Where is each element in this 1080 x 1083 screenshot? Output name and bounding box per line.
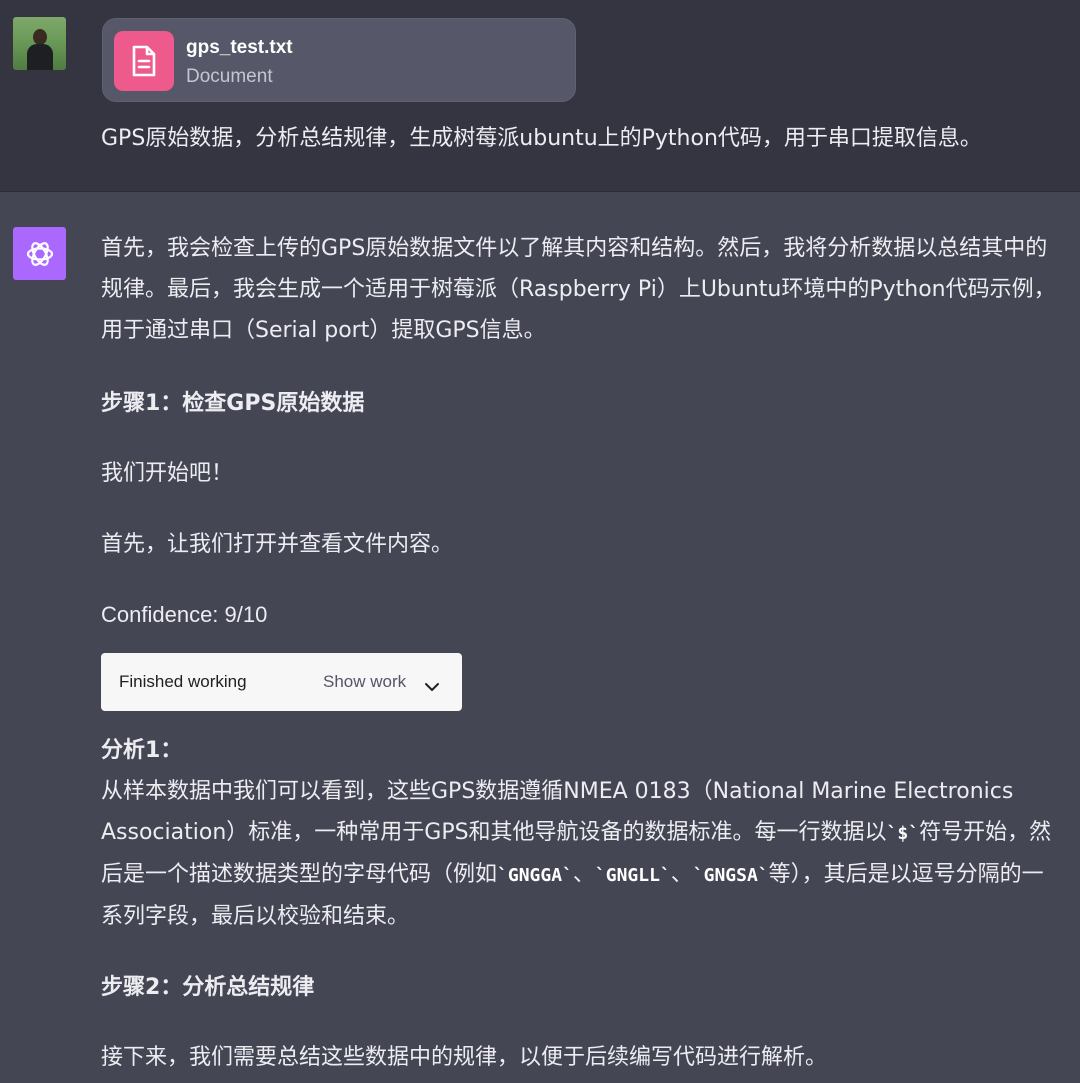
show-work-panel[interactable]: Finished working Show work: [101, 653, 462, 711]
next-step-text: 接下来，我们需要总结这些数据中的规律，以便于后续编写代码进行解析。: [101, 1045, 828, 1070]
intro-paragraph: 首先，我会检查上传的GPS原始数据文件以了解其内容和结构。然后，我将分析数据以总…: [101, 236, 1056, 343]
analysis-heading: 分析1：: [101, 738, 183, 763]
analysis-paragraph: 从样本数据中我们可以看到，这些GPS数据遵循NMEA 0183（National…: [101, 771, 1059, 937]
file-name: gps_test.txt: [186, 37, 293, 58]
code-gngsa: `GNGSA`: [692, 865, 769, 886]
step2-heading: 步骤2：分析总结规律: [101, 975, 315, 1000]
separator: 、: [670, 862, 693, 887]
work-status-label: Finished working: [119, 672, 247, 691]
confidence-text: Confidence: 9/10: [101, 602, 268, 627]
code-gngga: `GNGGA`: [497, 865, 573, 886]
chevron-down-icon[interactable]: [423, 671, 441, 693]
step1-heading: 步骤1：检查GPS原始数据: [101, 391, 365, 416]
separator: 、: [572, 862, 595, 887]
user-message-block: gps_test.txt Document GPS原始数据，分析总结规律，生成树…: [0, 0, 1080, 192]
user-message-text: GPS原始数据，分析总结规律，生成树莓派ubuntu上的Python代码，用于串…: [101, 126, 982, 151]
avatar-body: [27, 44, 53, 70]
show-work-button[interactable]: Show work: [323, 671, 406, 693]
file-type: Document: [186, 66, 273, 87]
open-file-text: 首先，让我们打开并查看文件内容。: [101, 532, 454, 557]
openai-logo-icon: [13, 227, 66, 280]
lets-start-text: 我们开始吧！: [101, 461, 234, 486]
file-attachment-card[interactable]: gps_test.txt Document: [102, 18, 576, 102]
code-gngll: `GNGLL`: [594, 865, 671, 886]
user-avatar: [13, 17, 66, 70]
code-dollar: `$`: [886, 823, 920, 844]
document-icon: [114, 31, 174, 91]
analysis-text-1: 从样本数据中我们可以看到，这些GPS数据遵循NMEA 0183（National…: [101, 779, 1014, 845]
avatar-head: [33, 29, 47, 45]
